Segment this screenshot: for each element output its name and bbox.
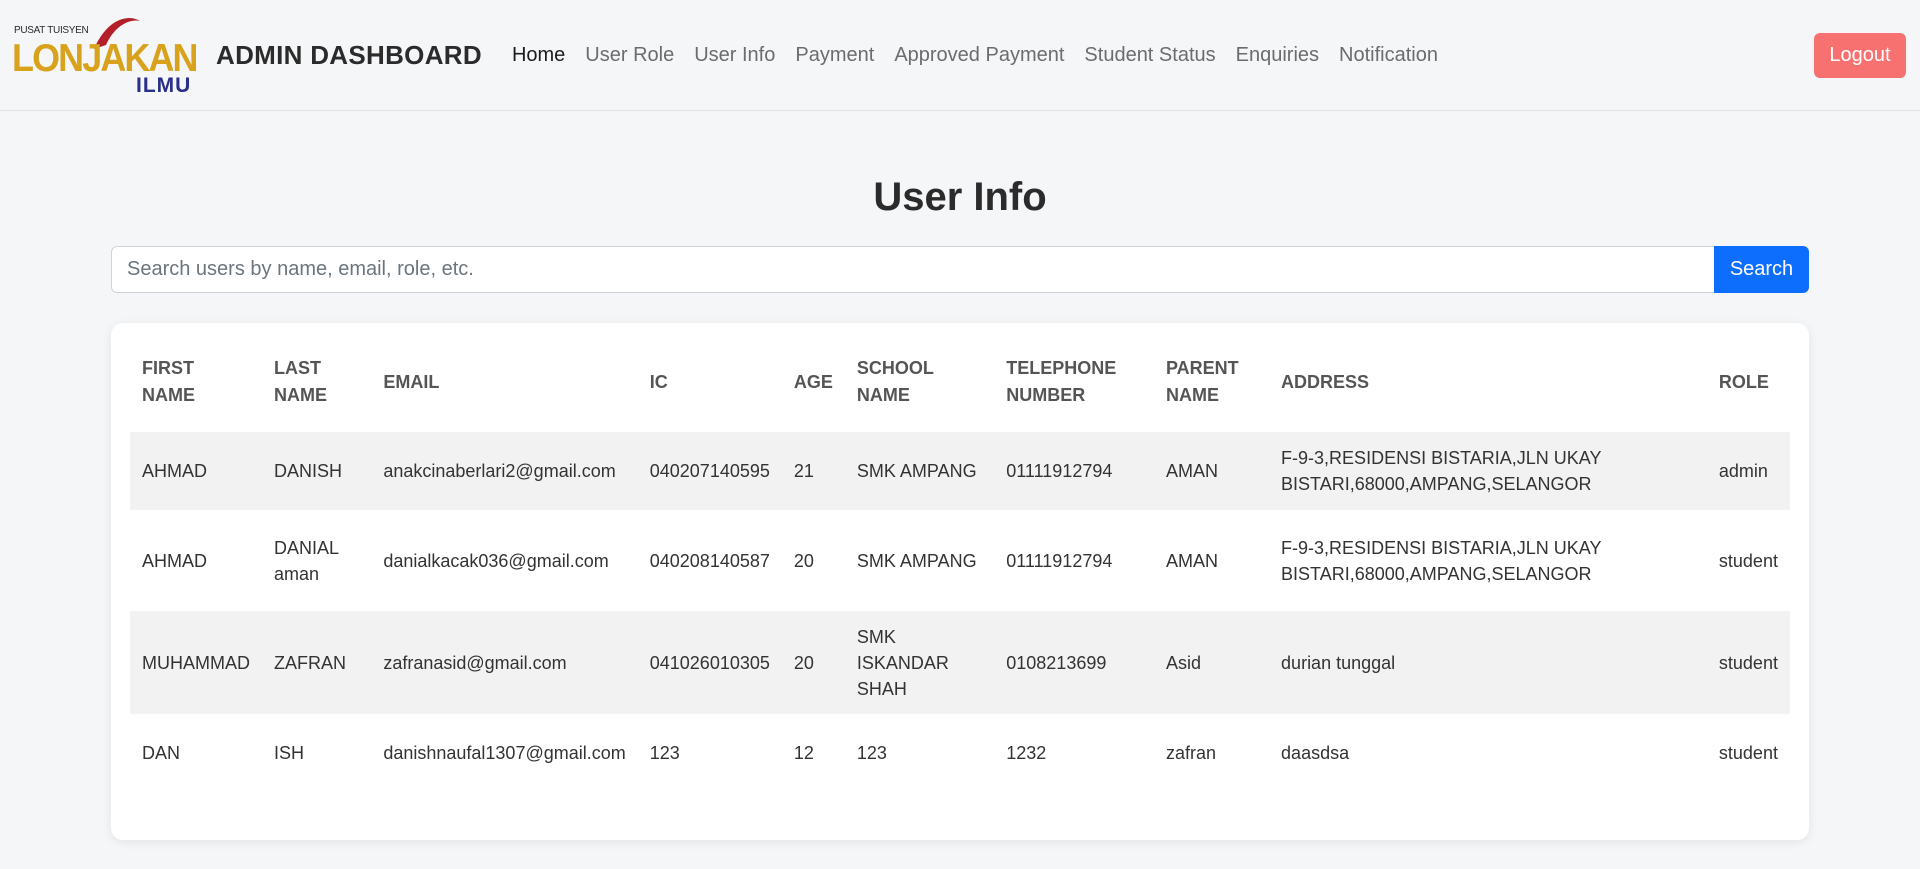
nav-user-info[interactable]: User Info xyxy=(694,44,775,67)
lonjakan-ilmu-logo[interactable]: PUSAT TUISYEN LONJAKAN ILMU xyxy=(12,15,198,97)
cell-ic: 041026010305 xyxy=(637,611,782,714)
nav-user-role[interactable]: User Role xyxy=(585,44,674,67)
table-header-row: FIRST NAME LAST NAME EMAIL IC AGE SCHOOL… xyxy=(130,341,1790,432)
cell-telephone: 1232 xyxy=(1006,742,1047,763)
search-bar: Search xyxy=(111,246,1809,293)
cell-last-name: ZAFRAN xyxy=(262,611,372,714)
cell-school-name: SMK ISKANDAR SHAH xyxy=(844,611,995,714)
cell-email: danialkacak036@gmail.com xyxy=(383,550,609,571)
search-button[interactable]: Search xyxy=(1714,246,1809,293)
logo-sub-text: ILMU xyxy=(136,74,192,97)
cell-school-name: 123 xyxy=(856,742,887,763)
cell-school-name: SMK AMPANG xyxy=(844,432,995,510)
cell-telephone: 01111912794 xyxy=(994,432,1154,510)
cell-first-name: MUHAMMAD xyxy=(130,611,262,714)
nav-approved-payment[interactable]: Approved Payment xyxy=(894,44,1064,67)
cell-role: student xyxy=(1706,611,1790,714)
cell-age: 21 xyxy=(781,432,845,510)
cell-telephone: 01111912794 xyxy=(1006,550,1113,571)
table-row[interactable]: MUHAMMAD ZAFRAN zafranasid@gmail.com 041… xyxy=(130,611,1790,714)
nav-home[interactable]: Home xyxy=(512,44,565,67)
main-content: User Info Search FIRST NAME LAST NAME EM… xyxy=(0,173,1920,840)
table-row[interactable]: AHMAD DANIAL aman danialkacak036@gmail.c… xyxy=(130,510,1790,611)
cell-first-name: AHMAD xyxy=(142,550,208,571)
main-nav: Home User Role User Info Payment Approve… xyxy=(512,44,1438,67)
header-role[interactable]: ROLE xyxy=(1707,341,1790,432)
cell-ic: 040208140587 xyxy=(649,550,770,571)
cell-last-name: DANIAL aman xyxy=(274,537,339,584)
cell-parent-name: AMAN xyxy=(1153,432,1270,510)
cell-address: daasdsa xyxy=(1281,742,1350,763)
header-ic[interactable]: IC xyxy=(638,341,782,432)
header-email[interactable]: EMAIL xyxy=(371,341,637,432)
header-parent-name[interactable]: PARENT NAME xyxy=(1154,341,1269,432)
nav-enquiries[interactable]: Enquiries xyxy=(1236,44,1319,67)
cell-address: durian tunggal xyxy=(1269,611,1707,714)
dashboard-brand: ADMIN DASHBOARD xyxy=(216,39,482,70)
cell-parent-name: zafran xyxy=(1165,742,1216,763)
header-age[interactable]: AGE xyxy=(782,341,845,432)
cell-first-name: AHMAD xyxy=(130,432,262,510)
cell-telephone: 0108213699 xyxy=(994,611,1154,714)
cell-ic: 123 xyxy=(649,742,680,763)
cell-ic: 040207140595 xyxy=(637,432,782,510)
header-last-name[interactable]: LAST NAME xyxy=(262,341,371,432)
logout-button[interactable]: Logout xyxy=(1814,33,1906,78)
cell-age: 12 xyxy=(793,742,814,763)
top-navbar: PUSAT TUISYEN LONJAKAN ILMU ADMIN DASHBO… xyxy=(0,0,1920,111)
cell-address: F-9-3,RESIDENSI BISTARIA,JLN UKAY BISTAR… xyxy=(1269,432,1707,510)
cell-last-name: DANISH xyxy=(262,432,372,510)
logo-top-text: PUSAT TUISYEN xyxy=(14,25,89,36)
nav-student-status[interactable]: Student Status xyxy=(1084,44,1215,67)
cell-first-name: DAN xyxy=(142,742,181,763)
table-row[interactable]: AHMAD DANISH anakcinaberlari2@gmail.com … xyxy=(130,432,1790,510)
cell-role: student xyxy=(1718,550,1778,571)
header-first-name[interactable]: FIRST NAME xyxy=(130,341,262,432)
cell-last-name: ISH xyxy=(274,742,305,763)
cell-age: 20 xyxy=(793,550,814,571)
search-input[interactable] xyxy=(111,246,1714,293)
user-table-card: FIRST NAME LAST NAME EMAIL IC AGE SCHOOL… xyxy=(111,323,1809,840)
user-info-table: FIRST NAME LAST NAME EMAIL IC AGE SCHOOL… xyxy=(130,341,1790,791)
header-school-name[interactable]: SCHOOL NAME xyxy=(845,341,994,432)
table-row[interactable]: DAN ISH danishnaufal1307@gmail.com 123 1… xyxy=(130,714,1790,791)
header-telephone-number[interactable]: TELEPHONE NUMBER xyxy=(994,341,1154,432)
nav-notification[interactable]: Notification xyxy=(1339,44,1438,67)
cell-address: F-9-3,RESIDENSI BISTARIA,JLN UKAY BISTAR… xyxy=(1281,537,1602,584)
cell-school-name: SMK AMPANG xyxy=(856,550,977,571)
cell-age: 20 xyxy=(781,611,845,714)
cell-email: anakcinaberlari2@gmail.com xyxy=(371,432,638,510)
cell-role: admin xyxy=(1706,432,1790,510)
page-title: User Info xyxy=(873,175,1047,219)
cell-role: student xyxy=(1718,742,1778,763)
header-address[interactable]: ADDRESS xyxy=(1269,341,1707,432)
cell-email: danishnaufal1307@gmail.com xyxy=(383,742,626,763)
cell-email: zafranasid@gmail.com xyxy=(371,611,638,714)
cell-parent-name: Asid xyxy=(1153,611,1270,714)
cell-parent-name: AMAN xyxy=(1165,550,1218,571)
nav-payment[interactable]: Payment xyxy=(795,44,874,67)
